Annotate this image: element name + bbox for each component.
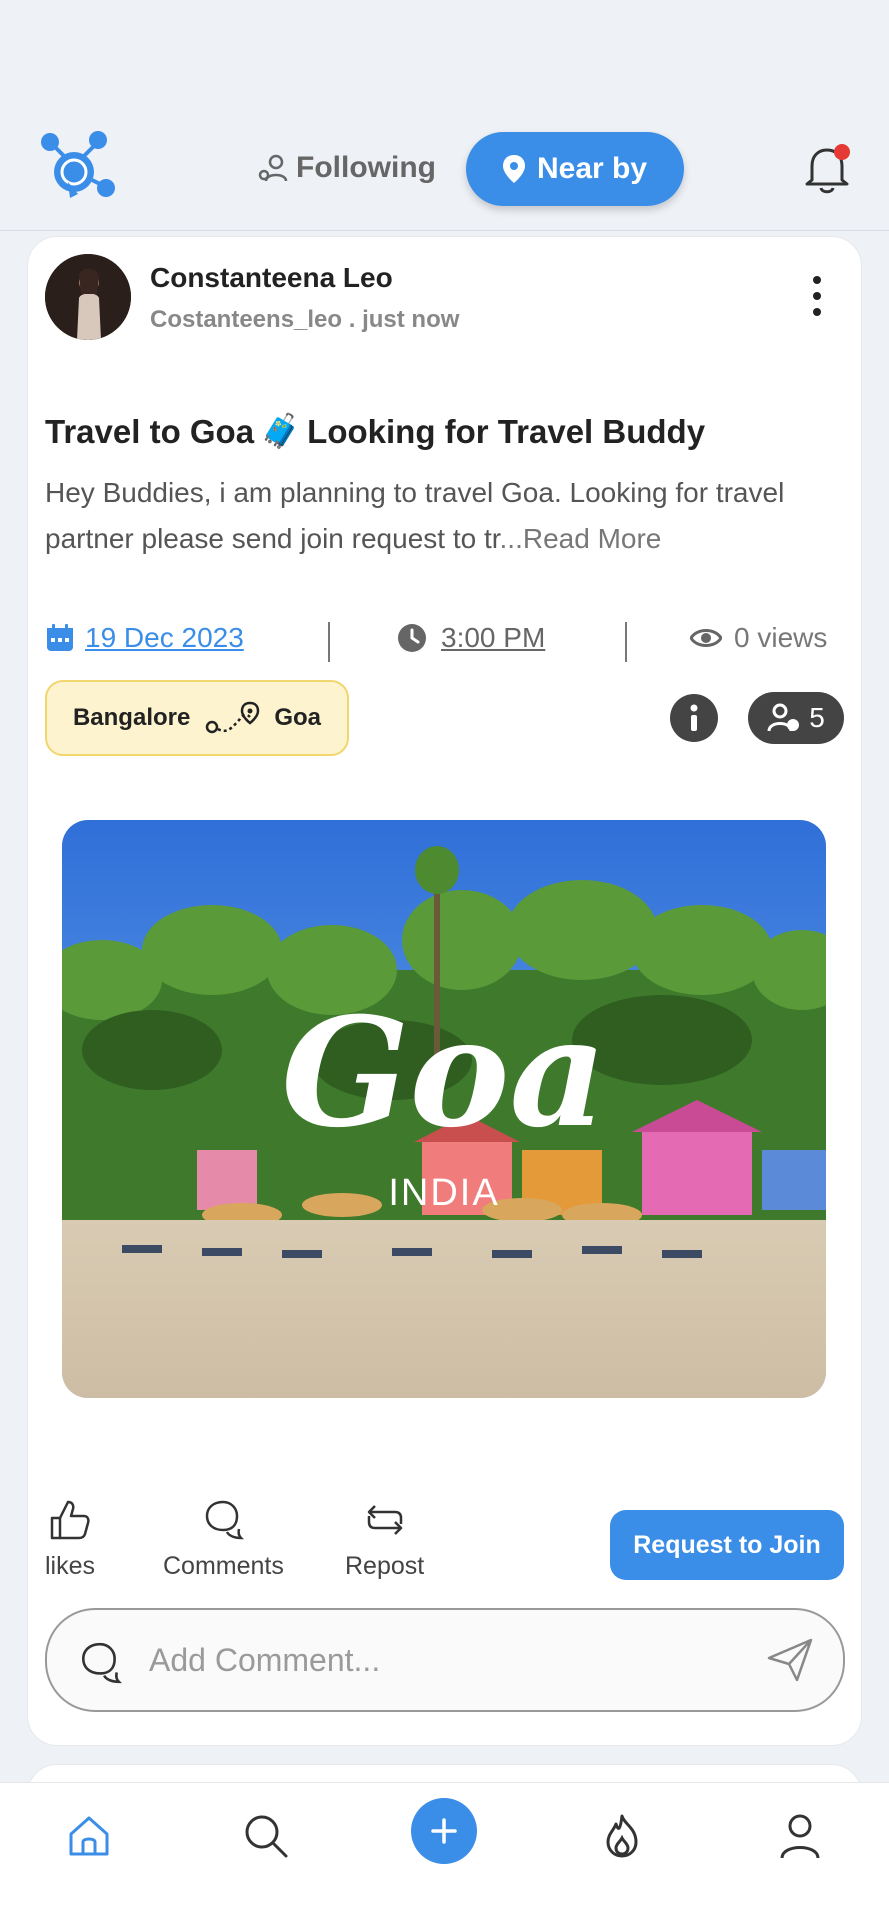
view-count-label: 0 views <box>734 622 828 653</box>
post-body-text: Hey Buddies, i am planning to travel Goa… <box>45 477 785 554</box>
top-header <box>0 0 889 231</box>
following-icon <box>258 154 288 182</box>
app-logo[interactable] <box>38 130 118 210</box>
read-more-link[interactable]: ...Read More <box>500 523 662 554</box>
image-subtitle: INDIA <box>388 1172 499 1214</box>
post-title-suffix: Looking for Travel Buddy <box>307 412 706 450</box>
nav-trending-icon[interactable] <box>594 1808 650 1864</box>
post-details-row: 19 Dec 2023 3:00 PM 0 views <box>45 622 845 662</box>
members-count-badge[interactable]: 5 <box>748 692 844 744</box>
request-to-join-button[interactable]: Request to Join <box>610 1510 844 1580</box>
comment-icon <box>81 1642 122 1684</box>
repost-label: Repost <box>345 1552 425 1580</box>
author-meta: Costanteens_leo . just now <box>150 306 459 334</box>
divider <box>625 622 627 662</box>
tab-following[interactable]: Following <box>258 146 436 190</box>
route-to: Goa <box>274 704 322 731</box>
trip-date-label: 19 Dec 2023 <box>85 622 244 653</box>
post-title: Travel to Goa 🧳 Looking for Travel Buddy <box>45 412 705 451</box>
group-icon <box>767 703 800 732</box>
repost-icon <box>367 1505 402 1535</box>
image-title: Goa <box>281 985 606 1161</box>
view-count: 0 views <box>690 622 827 654</box>
calendar-icon <box>47 624 73 651</box>
thumbs-up-icon <box>50 1500 90 1540</box>
route-badge: Bangalore Goa <box>45 680 349 756</box>
comments-label: Comments <box>163 1552 284 1580</box>
location-pin-icon <box>502 155 525 183</box>
divider <box>328 622 330 662</box>
post-image[interactable]: Goa INDIA <box>62 820 826 1398</box>
tab-nearby[interactable]: Near by <box>466 132 684 206</box>
comments-button[interactable]: Comments <box>163 1498 284 1581</box>
notification-bell-icon[interactable] <box>802 142 852 196</box>
info-icon[interactable] <box>670 694 718 742</box>
route-icon <box>206 701 260 734</box>
author-name[interactable]: Constanteena Leo <box>150 262 393 294</box>
send-icon[interactable] <box>767 1638 813 1682</box>
avatar[interactable] <box>45 254 131 340</box>
comment-input[interactable] <box>147 1634 711 1686</box>
comment-box <box>45 1608 845 1712</box>
post-title-text: Travel to Goa <box>45 412 255 450</box>
nav-profile-icon[interactable] <box>772 1808 828 1864</box>
post-time-ago: . just now <box>348 306 460 333</box>
nav-search-icon[interactable] <box>238 1808 294 1864</box>
nav-home-icon[interactable] <box>61 1808 117 1864</box>
trip-date[interactable]: 19 Dec 2023 <box>45 622 244 654</box>
notification-dot <box>834 144 850 160</box>
post-body: Hey Buddies, i am planning to travel Goa… <box>45 470 845 562</box>
more-options-icon[interactable] <box>805 274 829 318</box>
nav-add-button[interactable] <box>411 1798 477 1864</box>
like-button[interactable]: likes <box>45 1498 95 1581</box>
trip-time-label: 3:00 PM <box>441 622 546 653</box>
tab-following-label: Following <box>296 151 436 184</box>
members-count: 5 <box>809 702 825 733</box>
luggage-emoji: 🧳 <box>260 412 302 449</box>
comment-icon <box>206 1500 245 1540</box>
plus-icon <box>431 1818 457 1844</box>
repost-button[interactable]: Repost <box>345 1498 424 1581</box>
like-label: likes <box>45 1552 96 1580</box>
tab-nearby-label: Near by <box>536 152 648 185</box>
author-handle: Costanteens_leo <box>150 306 343 333</box>
clock-icon <box>398 624 426 652</box>
route-from: Bangalore <box>72 704 191 731</box>
trip-time[interactable]: 3:00 PM <box>397 622 545 654</box>
eye-icon <box>690 629 722 647</box>
